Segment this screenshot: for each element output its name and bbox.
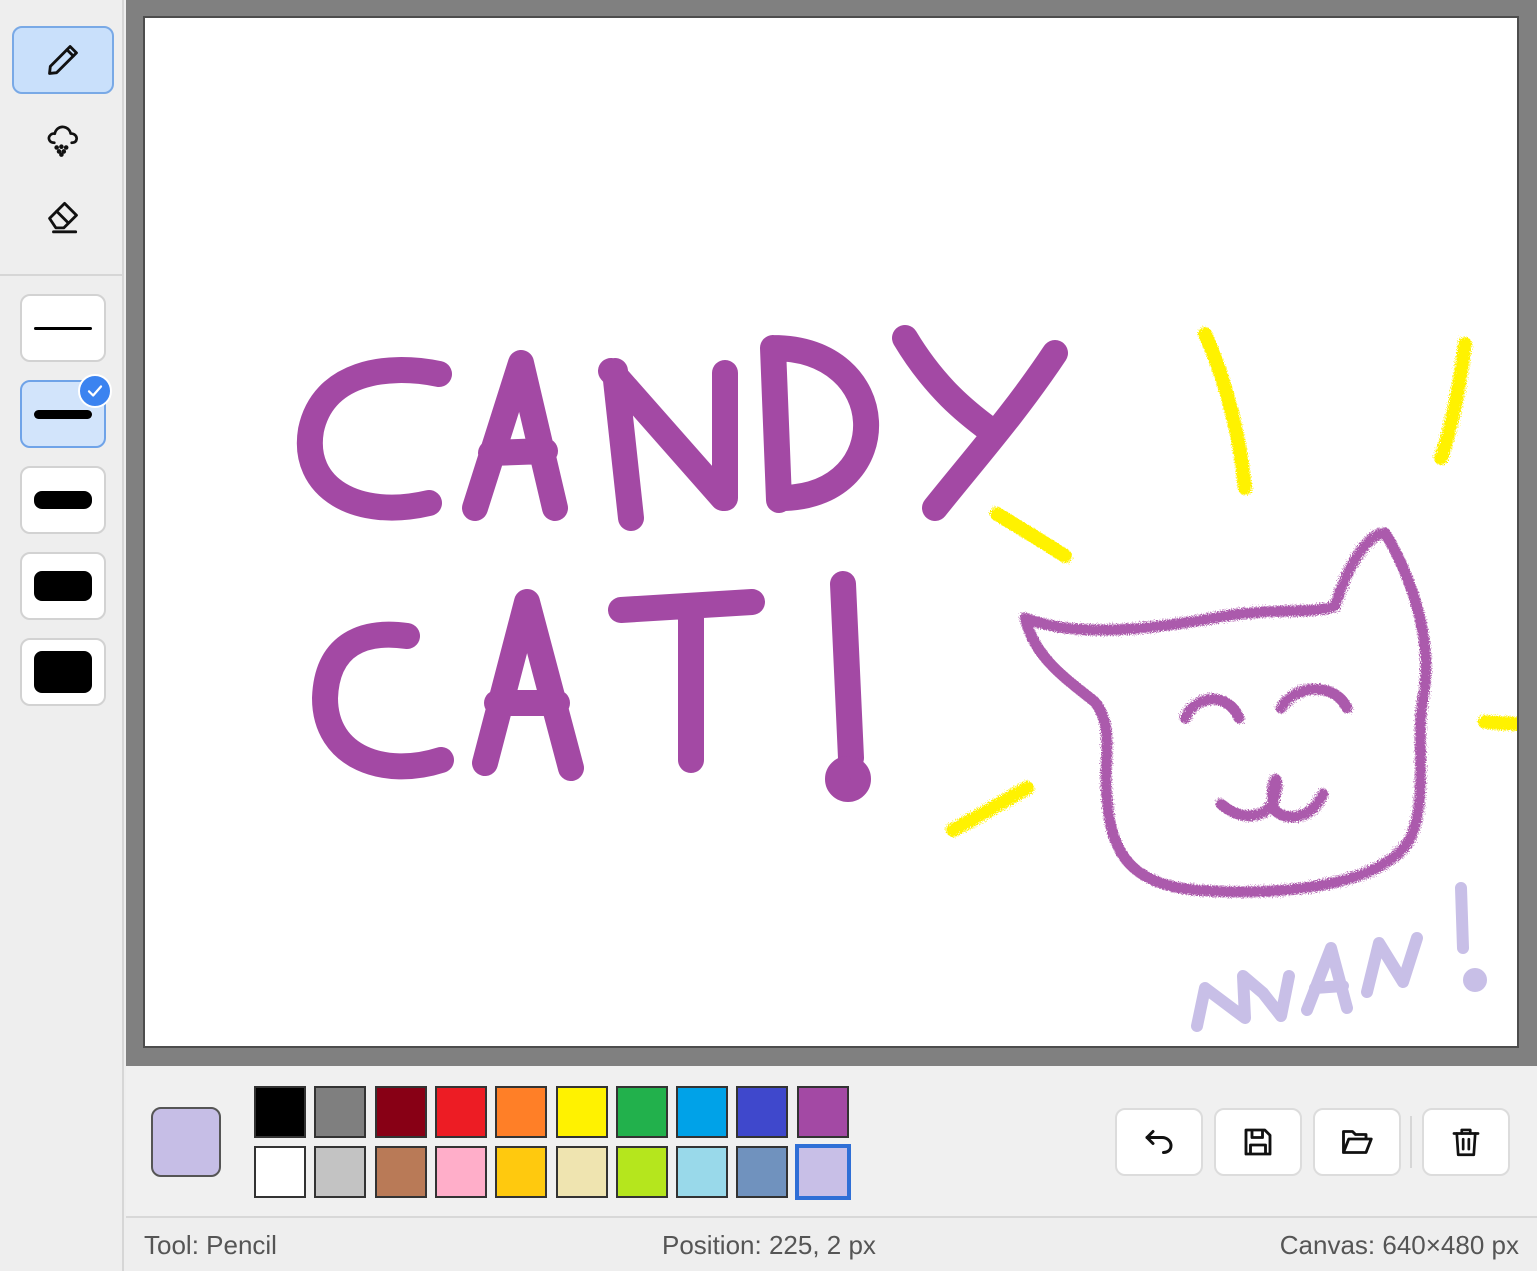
palette-swatch[interactable] xyxy=(434,1146,487,1198)
status-bar: Tool: Pencil Position: 225, 2 px Canvas:… xyxy=(126,1216,1537,1271)
palette-swatch[interactable] xyxy=(495,1086,548,1138)
eraser-tool-button[interactable] xyxy=(12,182,114,250)
brush-size-1-button[interactable] xyxy=(20,294,106,362)
palette-swatch[interactable] xyxy=(374,1146,427,1198)
nyan-text-strokes xyxy=(1191,882,1487,1032)
palette-swatch[interactable] xyxy=(736,1086,789,1138)
current-color-preview xyxy=(151,1107,221,1177)
sparkle-strokes xyxy=(946,327,1517,837)
palette-swatch[interactable] xyxy=(495,1146,548,1198)
brush-size-5-preview xyxy=(34,651,92,693)
brush-size-4-preview xyxy=(34,571,92,601)
palette-swatch[interactable] xyxy=(794,1144,851,1200)
trash-icon xyxy=(1452,1128,1480,1157)
pencil-icon xyxy=(48,45,78,75)
eraser-icon xyxy=(48,201,78,234)
palette-swatch[interactable] xyxy=(374,1086,427,1138)
clear-button[interactable] xyxy=(1422,1108,1510,1176)
drawing-content xyxy=(296,325,1517,1032)
palette-swatch[interactable] xyxy=(676,1146,729,1198)
brush-size-1-preview xyxy=(34,326,92,330)
brush-size-2-preview xyxy=(34,409,92,419)
palette-swatch[interactable] xyxy=(254,1146,306,1198)
cat-text-strokes xyxy=(312,571,871,802)
brush-size-5-button[interactable] xyxy=(20,638,106,706)
spray-cloud-icon xyxy=(47,125,78,157)
palette-swatch[interactable] xyxy=(555,1086,608,1138)
selected-check-icon xyxy=(78,374,112,408)
spray-tool-button[interactable] xyxy=(12,104,114,172)
palette-swatch[interactable] xyxy=(254,1086,306,1138)
palette-swatch[interactable] xyxy=(555,1146,608,1198)
status-tool-text: Tool: Pencil xyxy=(144,1230,277,1260)
save-button[interactable] xyxy=(1214,1108,1302,1176)
folder-open-icon xyxy=(1342,1130,1373,1154)
drawing-canvas[interactable] xyxy=(143,16,1519,1048)
palette-swatch[interactable] xyxy=(314,1086,367,1138)
save-icon xyxy=(1244,1128,1272,1156)
palette-swatch[interactable] xyxy=(736,1146,789,1198)
status-canvas-size-text: Canvas: 640×480 px xyxy=(1279,1230,1519,1260)
palette-swatch[interactable] xyxy=(434,1086,487,1138)
undo-button[interactable] xyxy=(1115,1108,1203,1176)
brush-size-3-preview xyxy=(34,491,92,509)
palette-swatch[interactable] xyxy=(796,1086,849,1138)
candy-text-strokes xyxy=(296,325,1068,531)
brush-size-4-button[interactable] xyxy=(20,552,106,620)
undo-icon xyxy=(1145,1130,1173,1154)
palette-swatch[interactable] xyxy=(676,1086,729,1138)
cat-face-strokes xyxy=(1019,527,1432,898)
status-position-text: Position: 225, 2 px xyxy=(662,1230,876,1260)
pencil-tool-button[interactable] xyxy=(12,26,114,94)
brush-size-3-button[interactable] xyxy=(20,466,106,534)
action-divider xyxy=(1410,1116,1412,1168)
toolbar-divider xyxy=(0,274,122,276)
paint-app: Tool: Pencil Position: 225, 2 px Canvas:… xyxy=(0,0,1537,1271)
palette-swatch[interactable] xyxy=(314,1146,367,1198)
open-button[interactable] xyxy=(1313,1108,1401,1176)
palette-swatch[interactable] xyxy=(615,1146,668,1198)
tool-sidebar xyxy=(0,0,124,1271)
palette-swatch[interactable] xyxy=(615,1086,668,1138)
